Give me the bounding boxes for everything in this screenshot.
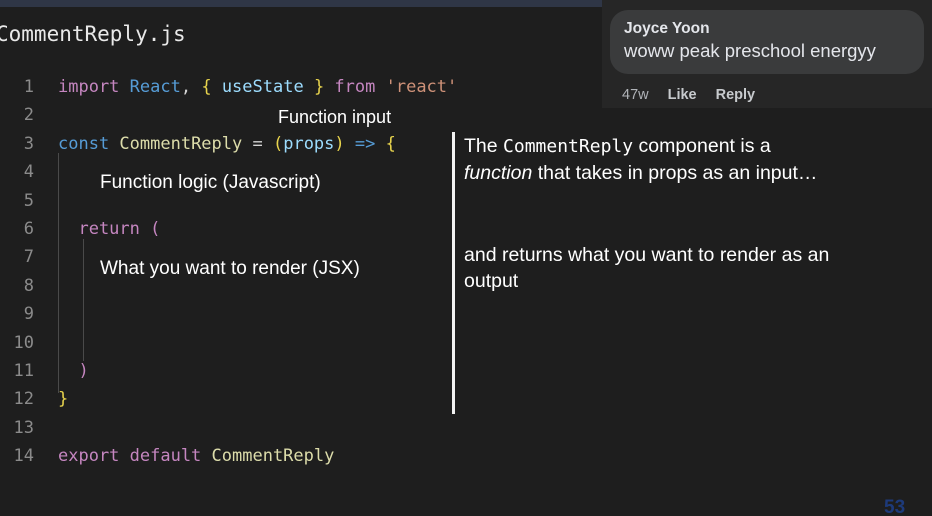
comment-author[interactable]: Joyce Yoon <box>624 19 910 39</box>
annotation-function-input: Function input <box>278 107 392 127</box>
line-number: 6 <box>23 218 34 239</box>
line-number: 10 <box>13 332 34 353</box>
comment-like-button[interactable]: Like <box>668 87 697 103</box>
code-token: CommentReply <box>211 446 335 467</box>
explain-p1-suffix: that takes in props as an input… <box>532 162 818 184</box>
line-number: 9 <box>23 304 34 325</box>
code-token: ( <box>272 133 284 154</box>
line-number: 12 <box>13 389 34 410</box>
explanation-block-2: and returns what you want to render as a… <box>464 242 834 294</box>
code-token: from <box>324 77 386 97</box>
code-token: , <box>180 77 202 97</box>
code-token: const <box>58 133 120 154</box>
code-line[interactable]: 13 <box>0 414 932 442</box>
code-token: = <box>242 133 273 154</box>
code-text: export default CommentReply <box>58 442 334 470</box>
comment-text: woww peak preschool energyy <box>624 40 876 61</box>
vertical-divider <box>452 132 455 414</box>
line-number: 3 <box>23 133 34 154</box>
explain-p1-prefix: The <box>464 135 504 157</box>
code-line[interactable]: 11 ) <box>0 357 932 385</box>
code-token: CommentReply <box>119 133 243 154</box>
code-text: import React, { useState } from 'react' <box>58 73 457 101</box>
comment-reply-button[interactable]: Reply <box>716 87 756 103</box>
explanation-block-1: The CommentReply component is a function… <box>464 133 834 186</box>
code-text: ) <box>58 357 89 385</box>
code-line[interactable]: 9 <box>0 300 932 328</box>
code-token: ( <box>150 218 161 239</box>
line-number: 11 <box>13 360 34 381</box>
code-token: React <box>129 77 181 97</box>
explanation-paragraph-2: and returns what you want to render as a… <box>464 244 830 292</box>
code-text: return ( <box>58 215 160 243</box>
code-line[interactable]: 12} <box>0 385 932 413</box>
code-token: import <box>58 77 130 97</box>
line-number: 7 <box>23 247 34 268</box>
code-token: { <box>375 133 396 154</box>
line-number: 8 <box>23 275 34 296</box>
annotation-render-jsx: What you want to render (JSX) <box>100 258 360 279</box>
screenshot-root: CommentReply.js 1 import React, { useStat… <box>0 0 932 516</box>
code-text: const CommentReply = (props) => { <box>58 130 396 158</box>
line-number: 14 <box>13 446 34 467</box>
comment-actions: 47w Like Reply <box>622 87 774 103</box>
code-line[interactable]: 14 export default CommentReply <box>0 442 932 470</box>
annotation-function-logic: Function logic (Javascript) <box>100 172 321 193</box>
code-token: ) <box>334 133 345 154</box>
explain-p1-mid: component is a <box>633 135 771 157</box>
code-token: return <box>58 218 151 239</box>
code-token: useState <box>221 77 304 97</box>
comment-timestamp: 47w <box>622 87 649 103</box>
code-token: { <box>201 77 222 97</box>
comment-overlay-panel: Joyce Yoon woww peak preschool energyy 4… <box>602 0 932 108</box>
code-token: props <box>283 133 335 154</box>
code-token: } <box>303 77 325 97</box>
line-number: 5 <box>23 190 34 211</box>
page-title: CommentReply.js <box>0 22 186 46</box>
comment-bubble: Joyce Yoon woww peak preschool energyy <box>610 10 924 74</box>
line-number: 13 <box>13 417 34 438</box>
code-token: => <box>344 133 376 154</box>
code-line[interactable]: 10 <box>0 329 932 357</box>
explanation-paragraph-1: The CommentReply component is a function… <box>464 133 834 186</box>
line-number: 2 <box>23 105 34 126</box>
explain-p1-italic: function <box>464 162 533 184</box>
code-token: ) <box>58 360 89 381</box>
line-number: 1 <box>23 77 34 97</box>
code-token: 'react' <box>385 77 458 97</box>
code-token: } <box>58 389 69 410</box>
explain-p1-code: CommentReply <box>503 136 634 157</box>
code-token: export default <box>58 446 212 467</box>
page-number-artifact: 53 <box>884 497 906 516</box>
code-line[interactable]: 6 return ( <box>0 215 932 243</box>
code-text: } <box>58 385 68 413</box>
line-number: 4 <box>23 162 34 183</box>
